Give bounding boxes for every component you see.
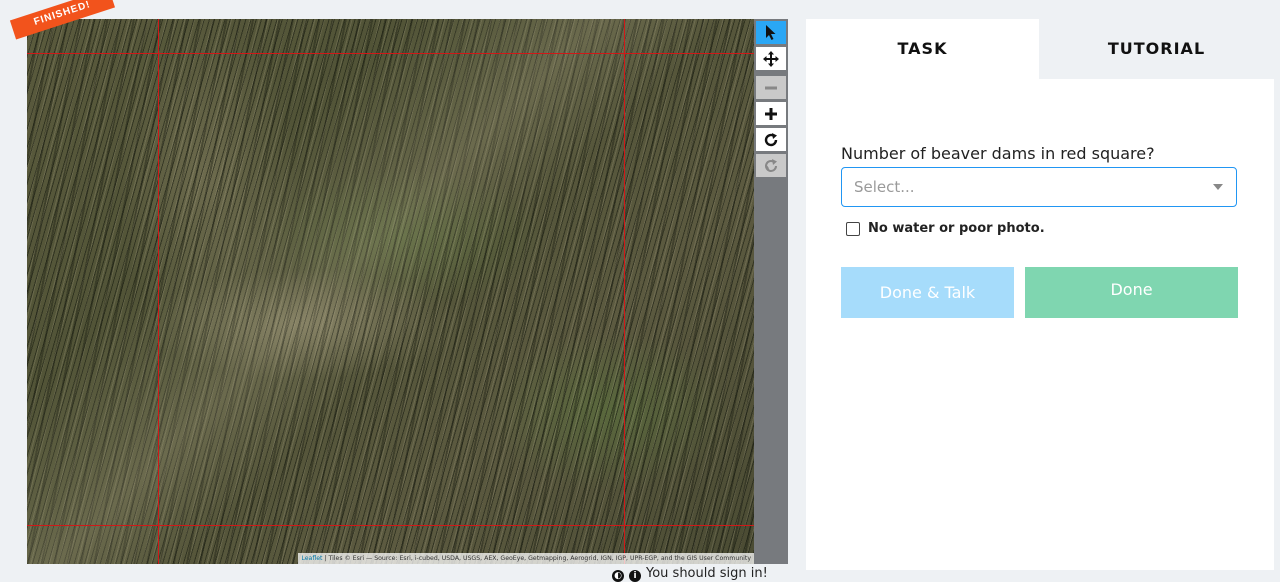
tab-task[interactable]: TASK	[806, 19, 1039, 79]
answer-select[interactable]: Select...	[841, 167, 1237, 207]
rotate-icon[interactable]	[756, 128, 786, 151]
map-attribution: Leaflet | Tiles © Esri — Source: Esri, i…	[298, 553, 754, 564]
zoom-out-icon[interactable]	[756, 76, 786, 99]
red-square-right	[624, 19, 625, 564]
done-button[interactable]: Done	[1025, 267, 1238, 318]
move-icon[interactable]	[756, 47, 786, 70]
question-text: Number of beaver dams in red square?	[841, 144, 1155, 163]
no-water-checkbox[interactable]: No water or poor photo.	[846, 221, 1045, 236]
contrast-icon[interactable]: ◐	[612, 570, 624, 582]
checkbox-icon[interactable]	[846, 221, 860, 236]
tab-tutorial[interactable]: TUTORIAL	[1039, 19, 1274, 79]
chevron-down-icon	[1213, 184, 1223, 190]
sign-in-notice: ◐ i You should sign in!	[612, 566, 768, 582]
subject-map-image[interactable]: Leaflet | Tiles © Esri — Source: Esri, i…	[27, 19, 754, 564]
image-toolbar	[754, 19, 788, 564]
red-square-bottom	[27, 525, 754, 526]
reset-icon[interactable]	[756, 154, 786, 177]
task-panel: TASK TUTORIAL Number of beaver dams in r…	[806, 19, 1274, 570]
leaflet-link[interactable]: Leaflet	[301, 555, 322, 562]
no-water-label: No water or poor photo.	[868, 221, 1045, 236]
zoom-in-icon[interactable]	[756, 102, 786, 125]
attribution-text: | Tiles © Esri — Source: Esri, i-cubed, …	[322, 555, 751, 562]
select-placeholder: Select...	[854, 178, 915, 196]
red-square-top	[27, 53, 754, 54]
done-and-talk-button[interactable]: Done & Talk	[841, 267, 1014, 318]
pointer-arrow-icon[interactable]	[756, 21, 786, 44]
red-square-left	[158, 19, 159, 564]
info-icon[interactable]: i	[629, 570, 641, 582]
